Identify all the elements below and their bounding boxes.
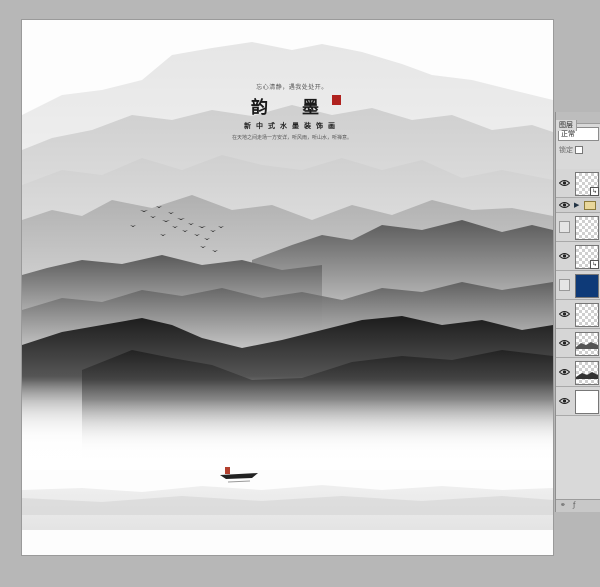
artwork-title-block: 忘心清静，遇我处处开。 韵 墨 新中式水墨装饰画 在天地之间走场一方安详，听风雨… (212, 82, 372, 141)
lock-row: 锁定 (556, 144, 600, 156)
layer-thumbnail (575, 216, 599, 240)
layer-thumbnail-fill (575, 274, 599, 298)
layers-list: ↳ ▶ ↳ (556, 169, 600, 416)
blend-mode-select[interactable]: 正常 (558, 127, 599, 141)
red-seal-stamp (332, 95, 341, 105)
visibility-toggle[interactable] (559, 279, 570, 291)
layer-thumbnail (575, 332, 599, 356)
folder-icon (584, 201, 596, 210)
artwork-title: 韵 墨 (251, 98, 333, 118)
smart-object-icon: ↳ (590, 187, 599, 196)
expand-arrow-icon[interactable]: ▶ (574, 201, 579, 209)
mountain-thumbnail-icon (576, 342, 598, 349)
layer-row[interactable] (556, 358, 600, 387)
layers-panel: 图层 正常 锁定 ↳ ▶ ↳ ⚭ ƒ (555, 112, 600, 512)
panel-footer: ⚭ ƒ (556, 499, 600, 512)
layer-row[interactable] (556, 271, 600, 300)
panel-tabbar: 图层 (556, 112, 600, 131)
eye-icon[interactable] (559, 396, 570, 406)
layer-thumbnail: ↳ (575, 245, 599, 269)
layer-row[interactable] (556, 213, 600, 242)
layer-row[interactable]: ↳ (556, 242, 600, 271)
layer-row[interactable] (556, 300, 600, 329)
fx-icon[interactable]: ƒ (573, 501, 575, 509)
layer-row[interactable] (556, 387, 600, 416)
layer-thumbnail (575, 361, 599, 385)
layer-thumbnail (575, 390, 599, 414)
link-layers-icon[interactable]: ⚭ (560, 501, 566, 509)
document-canvas[interactable]: 忘心清静，遇我处处开。 韵 墨 新中式水墨装饰画 在天地之间走场一方安详，听风雨… (22, 20, 553, 555)
visibility-toggle[interactable] (559, 221, 570, 233)
layer-thumbnail: ↳ (575, 172, 599, 196)
eye-icon[interactable] (559, 200, 570, 210)
eye-icon[interactable] (559, 309, 570, 319)
eye-icon[interactable] (559, 178, 570, 188)
artwork-subtitle: 新中式水墨装饰画 (244, 121, 340, 130)
artwork-subline: 在天地之间走场一方安详，听风雨，听山水，听禅意。 (231, 135, 352, 141)
layer-thumbnail (575, 303, 599, 327)
smart-object-icon: ↳ (590, 260, 599, 269)
lock-label: 锁定 (559, 146, 573, 154)
layer-group-row[interactable]: ▶ (556, 198, 600, 213)
eye-icon[interactable] (559, 367, 570, 377)
eye-icon[interactable] (559, 251, 570, 261)
layer-row[interactable]: ↳ (556, 169, 600, 198)
layer-row[interactable] (556, 329, 600, 358)
eye-icon[interactable] (559, 338, 570, 348)
mountain-thumbnail-icon (576, 372, 598, 379)
artwork-tagline: 忘心清静，遇我处处开。 (256, 84, 328, 91)
lock-transparency-checkbox[interactable] (575, 146, 583, 154)
